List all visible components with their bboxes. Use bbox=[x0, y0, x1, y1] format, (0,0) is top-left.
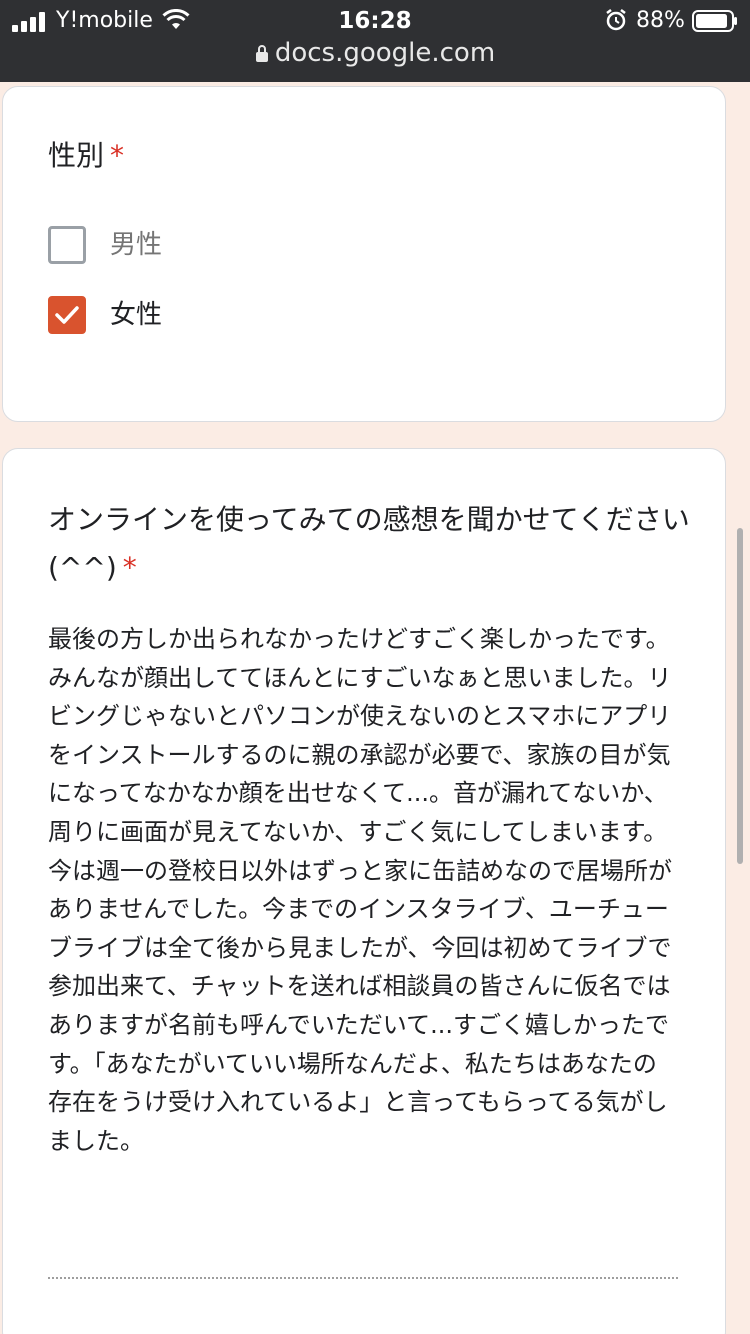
gender-question-text: 性別 bbox=[48, 139, 105, 172]
feedback-question-title: オンラインを使ってみての感想を聞かせてください(^^) * bbox=[48, 496, 698, 592]
option-female-label: 女性 bbox=[110, 300, 163, 330]
required-mark: * bbox=[110, 139, 125, 172]
battery-percent: 88% bbox=[636, 8, 685, 33]
status-bar: Y!mobile 16:28 88% docs.google.com bbox=[0, 0, 750, 82]
lock-icon bbox=[255, 45, 268, 62]
checkmark-icon bbox=[55, 306, 79, 324]
male-checkbox[interactable] bbox=[48, 226, 86, 264]
url-text: docs.google.com bbox=[274, 38, 496, 68]
female-checkbox[interactable] bbox=[48, 296, 86, 334]
required-mark-2: * bbox=[122, 551, 137, 584]
option-male-label: 男性 bbox=[110, 230, 163, 260]
answer-underline bbox=[48, 1277, 678, 1279]
page-scrollbar[interactable] bbox=[737, 528, 743, 864]
feedback-answer-textarea[interactable]: 最後の方しか出られなかったけどすごく楽しかったです。みんなが顔出しててほんとにす… bbox=[48, 620, 678, 1160]
gender-question-title: 性別 * bbox=[48, 134, 124, 178]
alarm-icon bbox=[606, 9, 626, 31]
address-bar[interactable]: docs.google.com bbox=[0, 38, 750, 72]
battery-icon bbox=[692, 10, 737, 32]
feedback-question-text: オンラインを使ってみての感想を聞かせてください(^^) bbox=[48, 503, 690, 584]
